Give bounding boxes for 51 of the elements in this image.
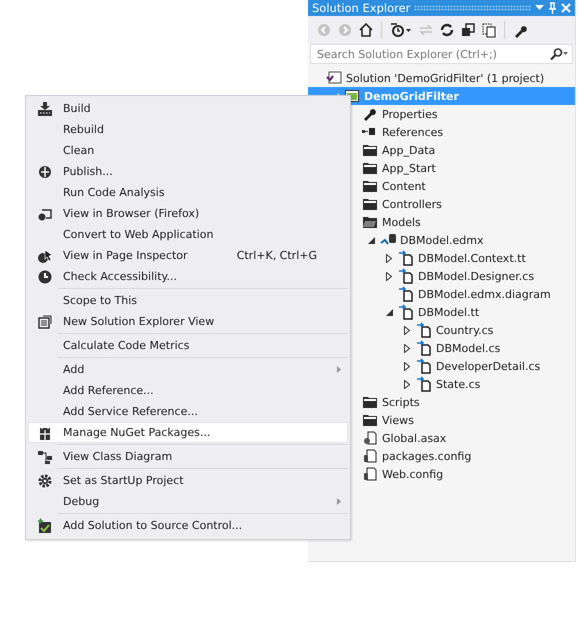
gear-file-icon <box>362 430 378 446</box>
panel-title: Solution Explorer <box>312 1 410 15</box>
linked-file-icon <box>398 286 414 302</box>
linked-file-icon <box>416 340 432 356</box>
folder-icon <box>362 215 378 229</box>
pin-icon[interactable] <box>548 2 557 14</box>
clock-icon[interactable] <box>389 22 413 38</box>
config-file-icon <box>362 448 378 464</box>
collapsed-arrow-icon[interactable] <box>404 326 410 334</box>
linked-file-icon <box>398 268 414 284</box>
search-field[interactable]: Search Solution Explorer (Ctrl+;) <box>310 44 573 64</box>
folder-icon <box>362 143 378 157</box>
refresh-icon[interactable] <box>439 22 455 38</box>
expanded-arrow-icon[interactable] <box>368 236 374 244</box>
config-file-icon <box>362 466 378 482</box>
tree-item[interactable]: Solution 'DemoGridFilter' (1 project) <box>308 69 575 87</box>
menu-item[interactable]: Manage NuGet Packages... <box>28 422 348 443</box>
menu-item[interactable]: Debug <box>28 491 348 512</box>
folder-icon <box>362 179 378 193</box>
gear-icon <box>37 472 53 488</box>
linked-file-icon <box>398 304 414 320</box>
folder-icon <box>362 161 378 175</box>
collapse-all-icon[interactable] <box>460 22 476 38</box>
cursor-globe-icon <box>37 248 53 264</box>
expanded-arrow-icon[interactable] <box>386 308 392 316</box>
solution-icon <box>326 71 342 85</box>
collapsed-arrow-icon[interactable] <box>386 272 392 280</box>
search-icon[interactable] <box>550 48 568 60</box>
class-diagram-icon <box>37 448 53 464</box>
menu-item[interactable]: Add Solution to Source Control... <box>28 515 348 536</box>
home-icon[interactable] <box>358 22 374 38</box>
linked-file-icon <box>416 358 432 374</box>
collapsed-arrow-icon[interactable] <box>404 380 410 388</box>
wrench-icon <box>362 107 376 121</box>
dropdown-icon[interactable] <box>535 5 544 11</box>
folder-icon <box>362 395 378 409</box>
close-icon[interactable] <box>561 3 571 13</box>
clock-icon <box>37 268 53 284</box>
collapsed-arrow-icon[interactable] <box>404 344 410 352</box>
folder-icon <box>362 197 378 211</box>
collapsed-arrow-icon[interactable] <box>404 362 410 370</box>
linked-file-icon <box>416 376 432 392</box>
pages-icon[interactable] <box>481 22 497 38</box>
window-list-icon <box>37 314 53 330</box>
folder-icon <box>362 413 378 427</box>
references-icon <box>362 127 376 137</box>
collapsed-arrow-icon[interactable] <box>386 254 392 262</box>
build-icon <box>37 100 53 116</box>
linked-file-icon <box>398 250 414 266</box>
linked-file-icon <box>416 322 432 338</box>
source-control-icon <box>37 518 53 534</box>
